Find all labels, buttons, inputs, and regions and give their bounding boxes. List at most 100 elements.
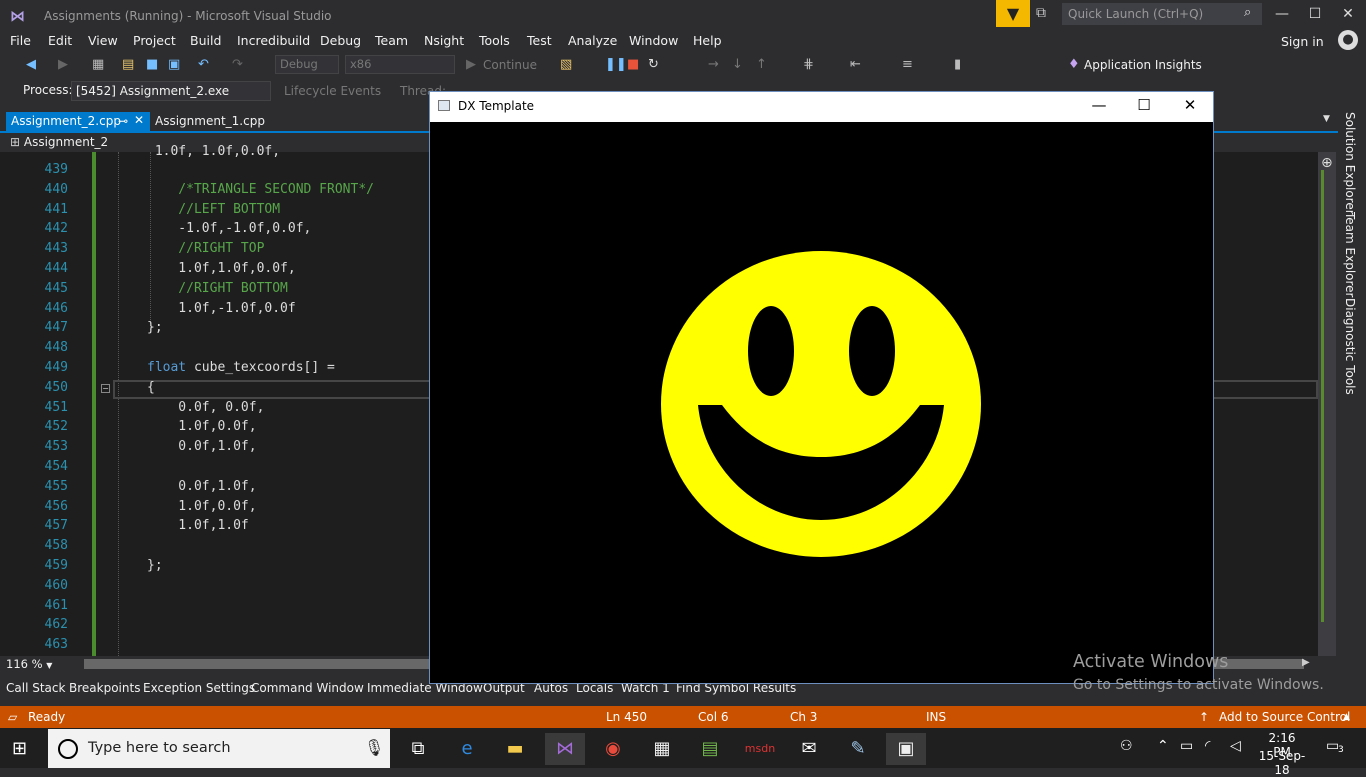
search-icon[interactable]: ⌕	[1244, 5, 1251, 20]
collapse-icon[interactable]: −	[101, 384, 110, 393]
redo-icon[interactable]: ↷	[232, 57, 243, 72]
menu-project[interactable]: Project	[133, 33, 176, 48]
menu-build[interactable]: Build	[190, 33, 221, 48]
status-ready: Ready	[28, 710, 66, 724]
menu-view[interactable]: View	[88, 33, 118, 48]
minimize-button[interactable]: —	[1272, 6, 1292, 22]
continue-icon[interactable]: ▶	[466, 57, 476, 72]
people-icon[interactable]: ⚇	[1120, 738, 1133, 754]
save-all-icon[interactable]: ▣	[168, 57, 180, 72]
menu-tools[interactable]: Tools	[479, 33, 510, 48]
tab-call-stack[interactable]: Call Stack	[6, 681, 65, 695]
menu-nsight[interactable]: Nsight	[424, 33, 464, 48]
application-insights-button[interactable]: Application Insights	[1084, 58, 1202, 72]
notification-filter-icon[interactable]: ▼	[996, 0, 1030, 27]
break-all-icon[interactable]: ❚❚	[605, 57, 627, 72]
comment-icon[interactable]: ⇤	[850, 57, 861, 72]
code-line: float cube_texcoords[] =	[147, 360, 335, 375]
volume-icon[interactable]: ◁	[1230, 738, 1241, 754]
tab-assignment-1-cpp[interactable]: Assignment_1.cpp	[155, 114, 265, 128]
navigate-back-icon[interactable]: ◀	[26, 57, 36, 72]
sign-in-link[interactable]: Sign in	[1281, 34, 1324, 49]
zoom-select[interactable]: 116 % ▼	[6, 657, 66, 673]
tab-breakpoints[interactable]: Breakpoints	[69, 681, 140, 695]
activate-windows-subtitle: Go to Settings to activate Windows.	[1073, 677, 1324, 693]
solution-configuration-select[interactable]: Debug	[275, 55, 339, 74]
continue-button[interactable]: Continue	[483, 58, 537, 72]
add-to-source-control-button[interactable]: Add to Source Control	[1219, 710, 1350, 724]
tab-diagnostic-tools[interactable]: Diagnostic Tools	[1343, 298, 1357, 395]
step-over-icon[interactable]: →	[708, 57, 719, 72]
restart-icon[interactable]: ↻	[648, 57, 659, 72]
new-project-icon[interactable]: ▦	[92, 57, 104, 72]
maximize-button[interactable]: ☐	[1305, 6, 1325, 22]
menu-debug[interactable]: Debug	[320, 33, 361, 48]
menu-file[interactable]: File	[10, 33, 31, 48]
scope-select[interactable]: ⊞ Assignment_2	[10, 135, 108, 149]
navigate-forward-icon[interactable]: ▶	[58, 57, 68, 72]
tab-assignment-2-cpp[interactable]: Assignment_2.cpp ⊸ ✕	[6, 112, 150, 131]
file-explorer-icon[interactable]: ▬	[495, 733, 535, 765]
menu-analyze[interactable]: Analyze	[568, 33, 617, 48]
solution-platform-select[interactable]: x86	[345, 55, 455, 74]
caret-up-icon[interactable]: ▲	[1343, 712, 1350, 722]
bookmark-icon[interactable]: ▮	[954, 57, 961, 72]
scrollbar-thumb[interactable]	[1321, 170, 1331, 622]
threads-icon[interactable]: ⋕	[803, 57, 814, 72]
dx-template-taskbar-icon[interactable]: ▣	[886, 733, 926, 765]
attach-icon[interactable]: ▧	[560, 57, 572, 72]
tab-exception-settings[interactable]: Exception Settings	[143, 681, 255, 695]
stop-debugging-icon[interactable]: ■	[627, 57, 639, 72]
mail-icon[interactable]: ✉	[789, 733, 829, 765]
menu-team[interactable]: Team	[375, 33, 408, 48]
menu-edit[interactable]: Edit	[48, 33, 72, 48]
windows-start-icon[interactable]: ⊞	[12, 738, 27, 759]
tab-solution-explorer[interactable]: Solution Explorer	[1343, 112, 1357, 215]
quick-launch-input[interactable]: Quick Launch (Ctrl+Q)	[1062, 3, 1262, 25]
visual-studio-icon[interactable]: ⋈	[545, 733, 585, 765]
step-into-icon[interactable]: ↓	[732, 57, 743, 72]
battery-icon[interactable]: ▭	[1180, 738, 1193, 754]
store-icon[interactable]: ▦	[642, 733, 682, 765]
feedback-icon[interactable]: ⧉	[1036, 5, 1046, 21]
menu-window[interactable]: Window	[629, 33, 678, 48]
close-button[interactable]: ✕	[1338, 6, 1358, 22]
tab-team-explorer[interactable]: Team Explorer	[1343, 212, 1357, 298]
lifecycle-events-button[interactable]: Lifecycle Events	[284, 84, 381, 98]
indent-icon[interactable]: ≡	[902, 57, 913, 72]
line-number: 456	[44, 498, 68, 514]
dx-close-button[interactable]: ✕	[1180, 96, 1200, 114]
paint-icon[interactable]: ✎	[838, 733, 878, 765]
task-view-icon[interactable]: ⧉	[398, 733, 438, 765]
dx-maximize-button[interactable]: ☐	[1134, 96, 1154, 114]
sheets-icon[interactable]: ▤	[690, 733, 730, 765]
scroll-right-icon[interactable]: ▶	[1302, 657, 1310, 668]
undo-icon[interactable]: ↶	[198, 57, 209, 72]
dx-minimize-button[interactable]: —	[1089, 96, 1109, 114]
menu-help[interactable]: Help	[693, 33, 722, 48]
render-canvas[interactable]	[430, 122, 1213, 683]
tab-overflow-icon[interactable]: ▼	[1323, 114, 1330, 124]
pin-icon[interactable]: ⊸	[118, 114, 128, 128]
taskbar-search-input[interactable]: Type here to search	[88, 740, 231, 756]
tab-command-window[interactable]: Command Window	[251, 681, 364, 695]
open-file-icon[interactable]: ▤	[122, 57, 134, 72]
edge-icon[interactable]: e	[447, 733, 487, 765]
wifi-icon[interactable]: ◜	[1205, 738, 1210, 754]
step-out-icon[interactable]: ↑	[756, 57, 767, 72]
process-select[interactable]: [5452] Assignment_2.exe	[71, 81, 271, 101]
menu-test[interactable]: Test	[527, 33, 552, 48]
msdn-icon[interactable]: msdn	[740, 733, 780, 765]
microphone-icon[interactable]: 🎙	[364, 738, 384, 757]
account-icon[interactable]: ●	[1338, 30, 1358, 50]
show-hidden-icons-icon[interactable]: ⌃	[1157, 738, 1169, 754]
code-line: };	[147, 558, 163, 573]
split-icon[interactable]: ⊕	[1321, 155, 1333, 171]
line-number: 454	[44, 459, 68, 474]
status-char: Ch 3	[790, 710, 818, 724]
close-tab-icon[interactable]: ✕	[134, 113, 144, 127]
menu-incredibuild[interactable]: Incredibuild	[237, 33, 310, 48]
clock-date[interactable]: 15-Sep-18	[1254, 749, 1310, 777]
chrome-icon[interactable]: ◉	[593, 733, 633, 765]
save-icon[interactable]: ■	[146, 57, 158, 72]
